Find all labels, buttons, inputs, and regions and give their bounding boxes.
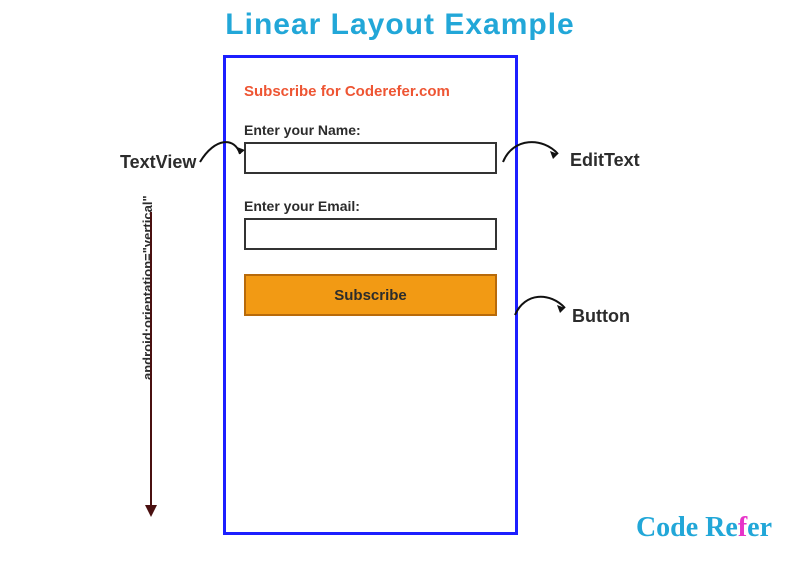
orientation-arrow-icon [150, 212, 152, 507]
annotation-orientation: android:orientation="vertical" [140, 195, 155, 380]
linear-layout-frame: Subscribe for Coderefer.com Enter your N… [223, 55, 518, 535]
diagram-title: Linear Layout Example [225, 8, 574, 42]
email-label: Enter your Email: [244, 198, 497, 214]
logo-part2: f [738, 512, 747, 543]
annotation-textview: TextView [120, 152, 196, 173]
coderefer-logo: Code Refer [636, 512, 772, 544]
logo-part1: Code Re [636, 512, 738, 543]
subscribe-button-label: Subscribe [334, 287, 407, 304]
logo-part3: er [747, 512, 772, 543]
arrow-button-icon [510, 290, 575, 325]
annotation-button: Button [572, 306, 630, 327]
name-label: Enter your Name: [244, 122, 497, 138]
email-input[interactable] [244, 218, 497, 250]
subscribe-button[interactable]: Subscribe [244, 274, 497, 316]
subscribe-heading: Subscribe for Coderefer.com [244, 83, 497, 100]
name-input[interactable] [244, 142, 497, 174]
annotation-edittext: EditText [570, 150, 640, 171]
